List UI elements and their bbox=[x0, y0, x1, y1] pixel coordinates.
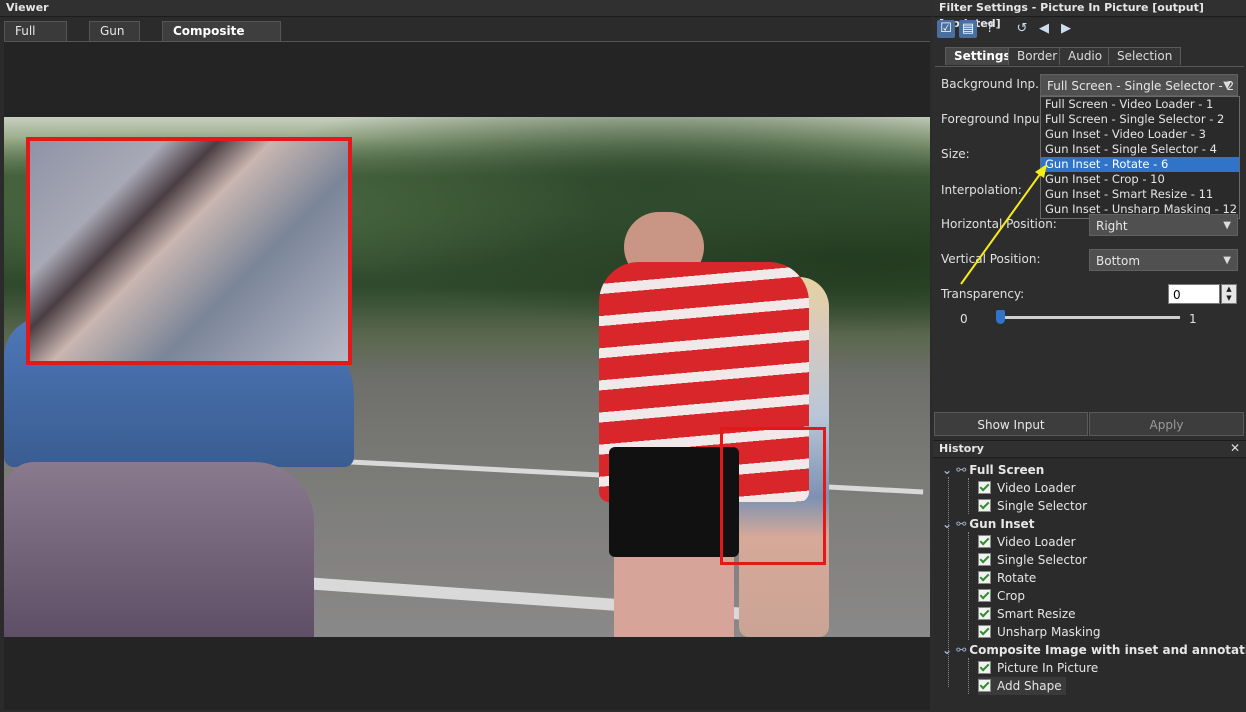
history-item-label: Single Selector bbox=[997, 499, 1087, 513]
background-input-value: Full Screen - Single Selector - 2 bbox=[1047, 79, 1235, 93]
history-item-label: Single Selector bbox=[997, 553, 1087, 567]
history-group-composite[interactable]: ⌄ ⚯ Composite Image with inset and annota… bbox=[942, 641, 1246, 659]
dropdown-option[interactable]: Gun Inset - Crop - 10 bbox=[1041, 172, 1239, 187]
checkbox-checked-icon[interactable] bbox=[978, 661, 991, 674]
history-item-label: Rotate bbox=[997, 571, 1037, 585]
history-title: History bbox=[933, 441, 1246, 458]
history-group-label: Gun Inset bbox=[969, 517, 1035, 531]
clipboard-icon[interactable]: ▤ bbox=[959, 20, 977, 38]
help-icon[interactable]: ? bbox=[981, 20, 999, 38]
checkbox-checked-icon[interactable] bbox=[978, 589, 991, 602]
history-item[interactable]: Single Selector bbox=[978, 551, 1087, 569]
collapse-icon[interactable]: ⌄ ⚯ bbox=[942, 517, 966, 531]
history-item-label: Video Loader bbox=[997, 481, 1076, 495]
checkbox-checked-icon[interactable] bbox=[978, 679, 991, 692]
history-item-selected[interactable]: Add Shape bbox=[978, 677, 1066, 695]
filter-settings-title: Filter Settings - Picture In Picture [ou… bbox=[933, 0, 1246, 30]
history-item[interactable]: Video Loader bbox=[978, 479, 1076, 497]
vertical-position-value: Bottom bbox=[1096, 254, 1141, 268]
transparency-spinbox[interactable]: 0 ▲ ▼ bbox=[1168, 284, 1238, 304]
size-label: Size: bbox=[941, 147, 970, 161]
background-input-dropdown-list: Full Screen - Video Loader - 1 Full Scre… bbox=[1040, 96, 1240, 219]
checkbox-icon[interactable]: ☑ bbox=[937, 20, 955, 38]
history-item[interactable]: Unsharp Masking bbox=[978, 623, 1100, 641]
history-item-label: Unsharp Masking bbox=[997, 625, 1101, 639]
history-item[interactable]: Video Loader bbox=[978, 533, 1076, 551]
tree-guide bbox=[968, 658, 969, 694]
background-input-select[interactable]: Full Screen - Single Selector - 2 ▼ bbox=[1040, 74, 1238, 96]
forward-icon[interactable]: ▶ bbox=[1057, 20, 1075, 38]
chevron-down-icon: ▼ bbox=[1223, 220, 1231, 231]
tab-border[interactable]: Border bbox=[1008, 47, 1067, 65]
history-group-label: Composite Image with inset and annotatio… bbox=[969, 643, 1246, 657]
history-item-label: Picture In Picture bbox=[997, 661, 1099, 675]
arrow-head bbox=[1035, 164, 1047, 178]
tab-composite-image[interactable]: Composite Image with inset and annotatio… bbox=[162, 21, 282, 95]
history-group-full-screen[interactable]: ⌄ ⚯ Full Screen bbox=[942, 461, 1044, 479]
history-group-label: Full Screen bbox=[969, 463, 1045, 477]
tree-guide bbox=[968, 532, 969, 640]
history-item-label: Crop bbox=[997, 589, 1026, 603]
checkbox-checked-icon[interactable] bbox=[978, 571, 991, 584]
history-item-label: Video Loader bbox=[997, 535, 1076, 549]
history-item-label: Smart Resize bbox=[997, 607, 1076, 621]
foreground-input-label: Foreground Input: bbox=[941, 112, 1049, 126]
horizontal-position-value: Right bbox=[1096, 219, 1128, 233]
chevron-down-icon: ▼ bbox=[1223, 80, 1231, 91]
viewer-panel: Viewer Full Screen Gun Inset Composite I… bbox=[0, 0, 932, 711]
filter-toolbar: ☑ ▤ ? ↺ ◀ ▶ bbox=[935, 19, 1245, 41]
apply-button[interactable]: Apply bbox=[1089, 412, 1244, 436]
tab-selection[interactable]: Selection bbox=[1108, 47, 1182, 65]
checkbox-checked-icon[interactable] bbox=[978, 607, 991, 620]
tab-full-screen[interactable]: Full Screen bbox=[4, 21, 68, 57]
history-item[interactable]: Rotate bbox=[978, 569, 1036, 587]
history-group-gun-inset[interactable]: ⌄ ⚯ Gun Inset bbox=[942, 515, 1034, 533]
checkbox-checked-icon[interactable] bbox=[978, 625, 991, 638]
annotation-rectangle bbox=[720, 427, 826, 565]
dropdown-option-selected[interactable]: Gun Inset - Rotate - 6 bbox=[1041, 157, 1239, 172]
back-icon[interactable]: ◀ bbox=[1035, 20, 1053, 38]
horizontal-position-select[interactable]: Right ▼ bbox=[1089, 214, 1238, 236]
history-item[interactable]: Picture In Picture bbox=[978, 659, 1098, 677]
background-input-label: Background Inp... bbox=[941, 77, 1047, 91]
transparency-input[interactable]: 0 bbox=[1168, 284, 1220, 304]
checkbox-checked-icon[interactable] bbox=[978, 481, 991, 494]
close-icon[interactable]: ✕ bbox=[1230, 441, 1240, 455]
history-item[interactable]: Smart Resize bbox=[978, 605, 1076, 623]
dropdown-option[interactable]: Full Screen - Video Loader - 1 bbox=[1041, 97, 1239, 112]
arrow-line bbox=[960, 169, 1044, 285]
collapse-icon[interactable]: ⌄ ⚯ bbox=[942, 643, 966, 657]
dropdown-option[interactable]: Gun Inset - Video Loader - 3 bbox=[1041, 127, 1239, 142]
slider-max-label: 1 bbox=[1189, 312, 1197, 326]
spin-arrows-icon[interactable]: ▲ ▼ bbox=[1221, 284, 1237, 304]
dropdown-option[interactable]: Gun Inset - Single Selector - 4 bbox=[1041, 142, 1239, 157]
chevron-down-icon: ▼ bbox=[1223, 255, 1231, 266]
slider-min-label: 0 bbox=[960, 312, 968, 326]
tab-gun-inset[interactable]: Gun Inset bbox=[89, 21, 141, 57]
dropdown-option[interactable]: Gun Inset - Smart Resize - 11 bbox=[1041, 187, 1239, 202]
vertical-position-select[interactable]: Bottom ▼ bbox=[1089, 249, 1238, 271]
undo-icon[interactable]: ↺ bbox=[1013, 20, 1031, 38]
picture-in-picture-inset bbox=[26, 137, 352, 365]
history-item[interactable]: Single Selector bbox=[978, 497, 1087, 515]
dropdown-option[interactable]: Full Screen - Single Selector - 2 bbox=[1041, 112, 1239, 127]
history-item-label: Add Shape bbox=[997, 679, 1062, 693]
transparency-slider-thumb[interactable] bbox=[996, 310, 1005, 324]
checkbox-checked-icon[interactable] bbox=[978, 535, 991, 548]
annotation-arrow bbox=[960, 164, 1047, 285]
transparency-slider-track[interactable] bbox=[1000, 316, 1180, 319]
history-item[interactable]: Crop bbox=[978, 587, 1025, 605]
purple-car bbox=[4, 462, 314, 637]
checkbox-checked-icon[interactable] bbox=[978, 553, 991, 566]
man-legs bbox=[614, 552, 734, 637]
tab-audio[interactable]: Audio bbox=[1059, 47, 1112, 65]
tree-guide bbox=[968, 478, 969, 514]
checkbox-checked-icon[interactable] bbox=[978, 499, 991, 512]
collapse-icon[interactable]: ⌄ ⚯ bbox=[942, 463, 966, 477]
show-input-button[interactable]: Show Input bbox=[934, 412, 1088, 436]
viewer-title: Viewer bbox=[0, 0, 932, 17]
